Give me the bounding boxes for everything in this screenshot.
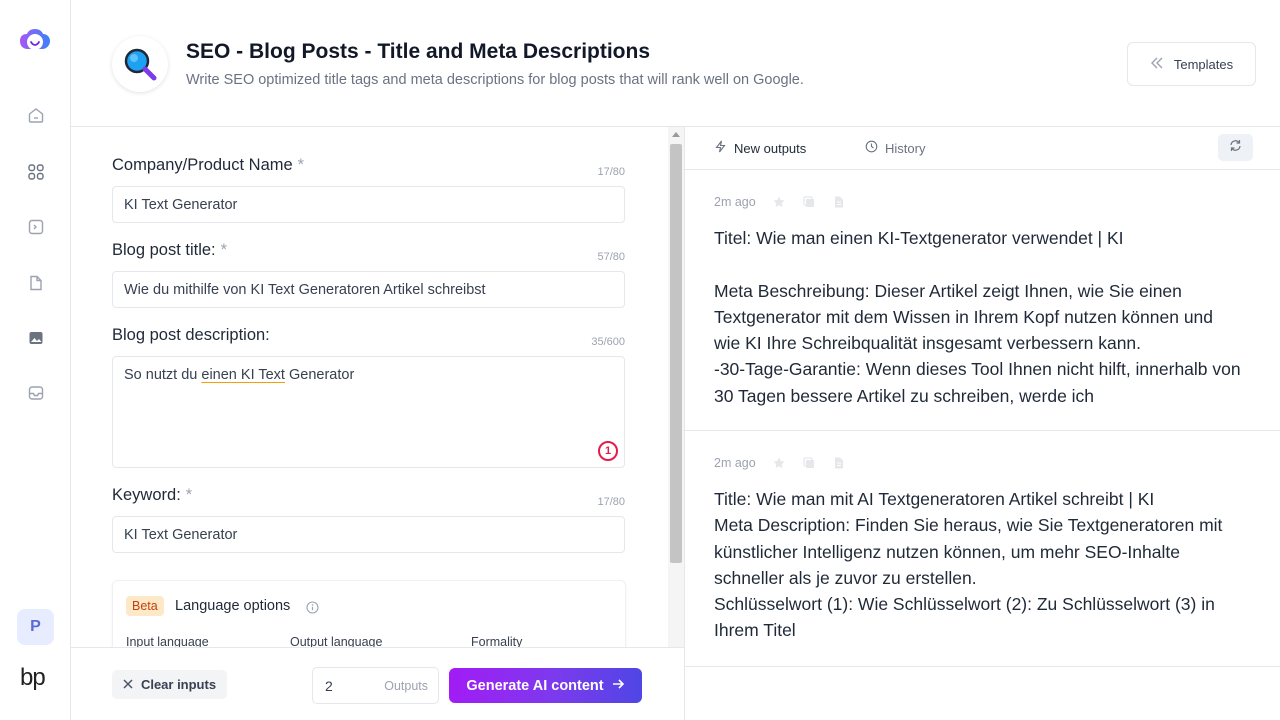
nav-terminal-icon[interactable] xyxy=(24,215,48,239)
generate-label: Generate AI content xyxy=(466,677,604,694)
language-options-title: Language options xyxy=(175,598,291,614)
formality-label: Formality xyxy=(471,635,523,647)
brand-mark-text: bp xyxy=(20,664,46,691)
generate-content-button[interactable]: Generate AI content xyxy=(449,668,642,703)
copy-icon[interactable] xyxy=(802,195,816,209)
blog-description-field: Blog post description: 35/600 So nutzt d… xyxy=(112,326,625,471)
document-icon[interactable] xyxy=(832,456,846,470)
clear-inputs-label: Clear inputs xyxy=(140,677,217,692)
blog-description-textarea[interactable]: So nutzt du einen KI Text Generator 1 xyxy=(112,356,625,468)
company-char-count: 17/80 xyxy=(597,166,625,178)
output-text: Titel: Wie man einen KI-Textgenerator ve… xyxy=(714,228,1241,406)
blog-title-char-count: 57/80 xyxy=(597,251,625,263)
output-tabs: New outputs History xyxy=(685,127,1280,170)
nav-document-icon[interactable] xyxy=(24,271,48,295)
copy-icon[interactable] xyxy=(802,456,816,470)
blog-description-label: Blog post description: xyxy=(112,326,270,344)
output-timestamp: 2m ago xyxy=(714,456,756,470)
keyword-input[interactable]: KI Text Generator xyxy=(112,516,625,553)
star-icon[interactable] xyxy=(772,195,786,209)
output-language-label: Output language xyxy=(290,635,383,647)
output-text: Title: Wie man mit AI Textgeneratoren Ar… xyxy=(714,489,1223,641)
app-logo-icon[interactable] xyxy=(17,26,53,58)
star-icon[interactable] xyxy=(772,456,786,470)
outputs-count-value: 2 xyxy=(325,677,333,694)
desc-text-start: So nutzt du xyxy=(124,367,202,383)
keyword-label-text: Keyword: xyxy=(112,486,181,504)
company-label: Company/Product Name * xyxy=(112,156,625,175)
output-card: 2m ago Titel: Wie man einen KI-Textgener… xyxy=(685,170,1280,431)
refresh-button[interactable] xyxy=(1218,134,1253,161)
nav-apps-grid-icon[interactable] xyxy=(24,160,48,184)
grammar-issue-badge[interactable]: 1 xyxy=(598,441,618,461)
arrow-right-icon xyxy=(612,678,625,694)
nav-inbox-icon[interactable] xyxy=(24,381,48,405)
scroll-up-arrow-icon[interactable] xyxy=(672,132,680,137)
page-title: SEO - Blog Posts - Title and Meta Descri… xyxy=(186,40,651,63)
output-timestamp: 2m ago xyxy=(714,195,756,209)
tab-new-outputs-label: New outputs xyxy=(734,140,807,156)
keyword-char-count: 17/80 xyxy=(597,496,625,508)
clock-icon xyxy=(865,140,878,156)
output-card-meta: 2m ago xyxy=(714,456,846,470)
user-avatar[interactable]: P xyxy=(17,609,54,645)
blog-title-label-text: Blog post title: xyxy=(112,241,216,259)
company-label-text: Company/Product Name xyxy=(112,156,293,174)
blog-title-label: Blog post title: * xyxy=(112,241,625,260)
outputs-count-input[interactable]: 2 Outputs xyxy=(312,667,439,704)
company-input[interactable]: KI Text Generator xyxy=(112,186,625,223)
info-icon[interactable] xyxy=(306,601,319,619)
tab-history-label: History xyxy=(885,140,926,156)
brand-mark: bp xyxy=(20,664,46,692)
lightning-icon xyxy=(714,140,727,156)
app-root: P bp SEO - Blog Posts - Title and Meta D… xyxy=(0,0,1280,720)
output-card: 2m ago Title: Wie man mit AI Textgenerat… xyxy=(685,431,1280,667)
tab-history[interactable]: History xyxy=(865,140,925,156)
keyword-field: Keyword: * 17/80 KI Text Generator xyxy=(112,486,625,556)
beta-badge: Beta xyxy=(126,596,164,616)
chevrons-left-icon xyxy=(1150,57,1164,72)
required-mark: * xyxy=(220,241,228,259)
templates-label: Templates xyxy=(1173,56,1234,72)
blog-title-field: Blog post title: * 57/80 Wie du mithilfe … xyxy=(112,241,625,311)
outputs-count-label: Outputs xyxy=(384,678,428,693)
page-subtitle: Write SEO optimized title tags and meta … xyxy=(186,72,804,88)
blog-title-input[interactable]: Wie du mithilfe von KI Text Generatoren … xyxy=(112,271,625,308)
magnifier-icon xyxy=(112,36,168,92)
refresh-icon xyxy=(1229,139,1242,157)
left-rail: P bp xyxy=(0,0,71,720)
document-icon[interactable] xyxy=(832,195,846,209)
form-action-bar: Clear inputs 2 Outputs Generate AI conte… xyxy=(71,647,684,720)
desc-text-flagged[interactable]: einen KI Text xyxy=(201,367,285,383)
clear-inputs-button[interactable]: Clear inputs xyxy=(112,670,227,699)
tab-new-outputs[interactable]: New outputs xyxy=(714,140,806,156)
required-mark: * xyxy=(297,156,305,174)
keyword-label: Keyword: * xyxy=(112,486,625,505)
blog-description-char-count: 35/600 xyxy=(591,336,625,348)
page-header: SEO - Blog Posts - Title and Meta Descri… xyxy=(71,0,1280,127)
form-scrollbar-thumb[interactable] xyxy=(670,144,682,563)
language-options-card: Beta Language options Input language Out… xyxy=(112,580,626,647)
templates-button[interactable]: Templates xyxy=(1127,42,1256,86)
company-field: Company/Product Name * 17/80 KI Text Gene… xyxy=(112,156,625,226)
input-language-label: Input language xyxy=(126,635,209,647)
output-card-meta: 2m ago xyxy=(714,195,846,209)
nav-image-icon[interactable] xyxy=(24,326,48,350)
nav-home-icon[interactable] xyxy=(24,103,48,127)
required-mark: * xyxy=(185,486,193,504)
output-panel: New outputs History 2m ago Titel: Wie ma… xyxy=(684,127,1280,720)
input-form: Company/Product Name * 17/80 KI Text Gene… xyxy=(71,127,668,647)
close-icon xyxy=(123,677,133,692)
desc-text-end: Generator xyxy=(284,367,355,383)
